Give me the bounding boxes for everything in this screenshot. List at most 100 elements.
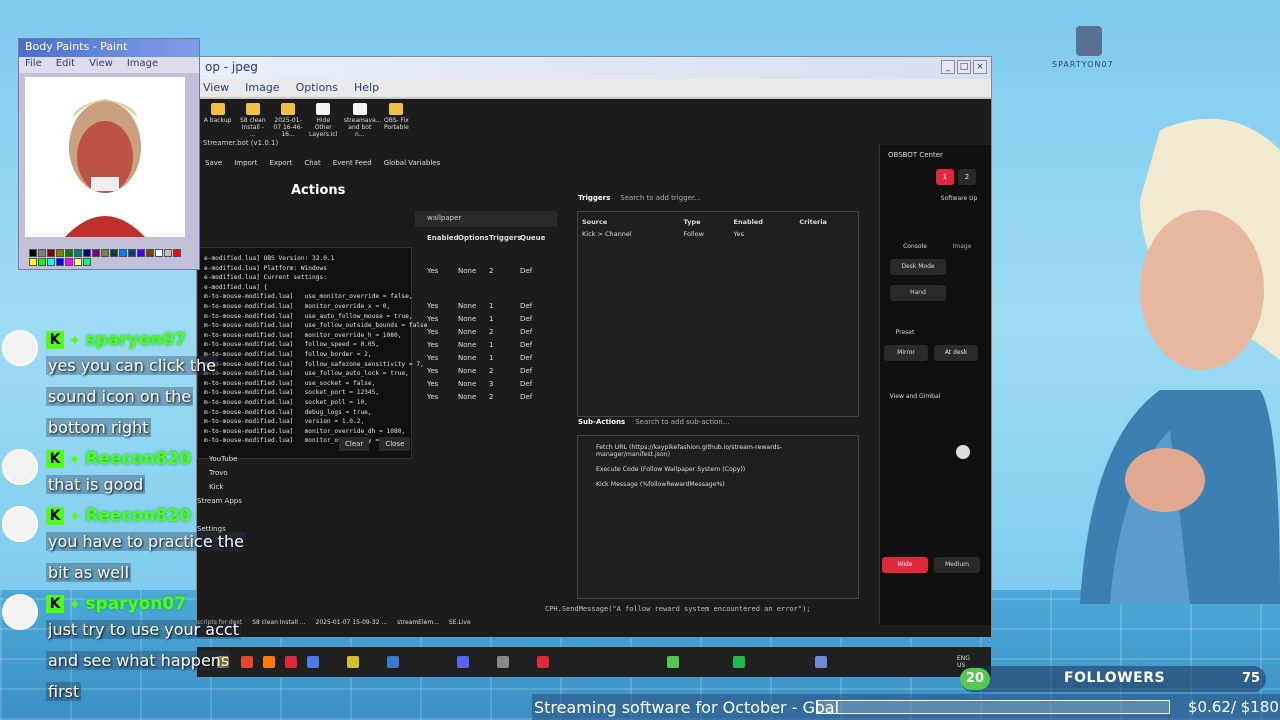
column-header[interactable]: Queue (520, 234, 550, 242)
spotify-icon[interactable] (733, 656, 745, 668)
menu-image[interactable]: Image (245, 81, 279, 95)
minimize-button[interactable]: _ (941, 60, 955, 74)
column-header[interactable]: Options (458, 234, 489, 242)
actions-search-input[interactable]: wallpaper (415, 211, 557, 227)
list-item[interactable]: Execute Code (Follow Wallpaper System (C… (578, 462, 858, 477)
close-console-button[interactable]: Close (379, 437, 411, 451)
sub-action-search-input[interactable]: Search to add sub-action... (635, 418, 729, 426)
palette-swatch[interactable] (56, 249, 64, 257)
desktop-icon[interactable]: 2025-01-07 16-46-16... (273, 103, 303, 138)
palette-swatch[interactable] (155, 249, 163, 257)
global-variables-button[interactable]: Global Variables (384, 159, 441, 171)
palette-swatch[interactable] (65, 249, 73, 257)
import-button[interactable]: Import (234, 159, 257, 171)
save-button[interactable]: Save (205, 159, 222, 171)
menu-view[interactable]: View (89, 58, 113, 72)
palette-swatch[interactable] (164, 249, 172, 257)
palette-swatch[interactable] (173, 249, 181, 257)
desktop-icon[interactable]: streamava... and bot n... (344, 103, 381, 138)
palette-swatch[interactable] (47, 249, 55, 257)
event-feed-button[interactable]: Event Feed (333, 159, 372, 171)
palette-swatch[interactable] (137, 249, 145, 257)
palette-swatch[interactable] (83, 249, 91, 257)
desk-mode-button[interactable]: Desk Mode (890, 259, 946, 275)
column-header[interactable]: Enabled (730, 216, 796, 228)
desktop-icon[interactable]: A backup (203, 103, 232, 131)
palette-swatch[interactable] (38, 249, 46, 257)
menu-edit[interactable]: Edit (56, 58, 75, 72)
column-header[interactable]: Type (680, 216, 730, 228)
app-icon[interactable] (537, 656, 549, 668)
table-row[interactable]: Yes None 2 Def (427, 390, 561, 403)
at-desk-select[interactable]: At desk (934, 345, 978, 361)
palette-swatch[interactable] (101, 249, 109, 257)
palette-swatch[interactable] (29, 249, 37, 257)
trigger-search-input[interactable]: Search to add trigger... (620, 194, 701, 202)
menu-image[interactable]: Image (127, 58, 158, 72)
desktop-icon[interactable]: SE.Live (449, 619, 471, 626)
palette-swatch[interactable] (29, 258, 37, 266)
tab-image[interactable]: Image (942, 239, 982, 255)
column-header[interactable]: Source (578, 216, 680, 228)
table-row[interactable]: Yes None 2 Def (427, 264, 561, 277)
palette-swatch[interactable] (56, 258, 64, 266)
clear-button[interactable]: Clear (339, 437, 370, 451)
table-row[interactable]: Yes None 3 Def (427, 377, 561, 390)
table-row[interactable]: Yes None 2 Def (427, 364, 561, 377)
palette-swatch[interactable] (38, 258, 46, 266)
close-button[interactable]: × (973, 60, 987, 74)
palette-swatch[interactable] (74, 258, 82, 266)
app-icon[interactable] (307, 656, 319, 668)
palette-swatch[interactable] (128, 249, 136, 257)
menu-file[interactable]: File (25, 58, 42, 72)
chat-button[interactable]: Chat (304, 159, 320, 171)
wide-button[interactable]: Wide (882, 557, 928, 573)
software-update-button[interactable]: Software Up (926, 191, 992, 207)
desktop-icon[interactable]: streamElem... (397, 619, 439, 626)
menu-help[interactable]: Help (354, 81, 379, 95)
device-2-button[interactable]: 2 (958, 169, 976, 185)
table-row[interactable]: Kick > Channel Follow Yes (578, 228, 858, 240)
maximize-button[interactable]: □ (957, 60, 971, 74)
device-1-button[interactable]: 1 (936, 169, 954, 185)
column-header[interactable]: Enabled (427, 234, 459, 242)
gimbal-joystick[interactable] (956, 445, 970, 459)
menu-options[interactable]: Options (296, 81, 338, 95)
palette-swatch[interactable] (74, 249, 82, 257)
app-icon[interactable] (347, 656, 359, 668)
tab-console[interactable]: Console (890, 239, 940, 255)
obs-icon[interactable] (497, 656, 509, 668)
desktop-icon[interactable]: OBS- Fix Portable (382, 103, 411, 131)
hand-button[interactable]: Hand (890, 285, 946, 301)
paint-canvas[interactable] (25, 77, 185, 237)
column-header[interactable]: Criteria (795, 216, 858, 228)
discord-icon[interactable] (457, 656, 469, 668)
palette-swatch[interactable] (110, 249, 118, 257)
palette-swatch[interactable] (146, 249, 154, 257)
medium-button[interactable]: Medium (934, 557, 980, 573)
desktop-icon[interactable]: 2025-01-07 15-09-32 ... (316, 619, 388, 626)
desktop-icon[interactable]: Hide Other Layers.icl (309, 103, 338, 138)
desktop-icon[interactable]: S8 clean Install - ... (238, 103, 267, 138)
menu-view[interactable]: View (203, 81, 229, 95)
table-row[interactable]: Yes None 1 Def (427, 351, 561, 364)
table-row[interactable]: Yes None 1 Def (427, 338, 561, 351)
table-row[interactable]: Yes None 1 Def (427, 299, 561, 312)
app-icon[interactable] (667, 656, 679, 668)
export-button[interactable]: Export (269, 159, 292, 171)
list-item[interactable]: Fetch URL (https://kaypikefashion.github… (578, 440, 858, 462)
paint-titlebar[interactable]: Body Paints - Paint (19, 39, 199, 57)
list-item[interactable]: Kick Message (%followRewardMessage%) (578, 477, 858, 492)
column-header[interactable]: Triggers (489, 234, 521, 242)
palette-swatch[interactable] (92, 249, 100, 257)
palette-swatch[interactable] (83, 258, 91, 266)
app-icon[interactable] (387, 656, 399, 668)
palette-swatch[interactable] (47, 258, 55, 266)
mirror-select[interactable]: Mirror (884, 345, 928, 361)
table-row[interactable]: Yes None 2 Def (427, 325, 561, 338)
app-icon[interactable] (815, 656, 827, 668)
window-titlebar[interactable]: op - jpeg _ □ × (197, 57, 991, 79)
palette-swatch[interactable] (65, 258, 73, 266)
palette-swatch[interactable] (119, 249, 127, 257)
table-row[interactable]: Yes None 1 Def (427, 312, 561, 325)
